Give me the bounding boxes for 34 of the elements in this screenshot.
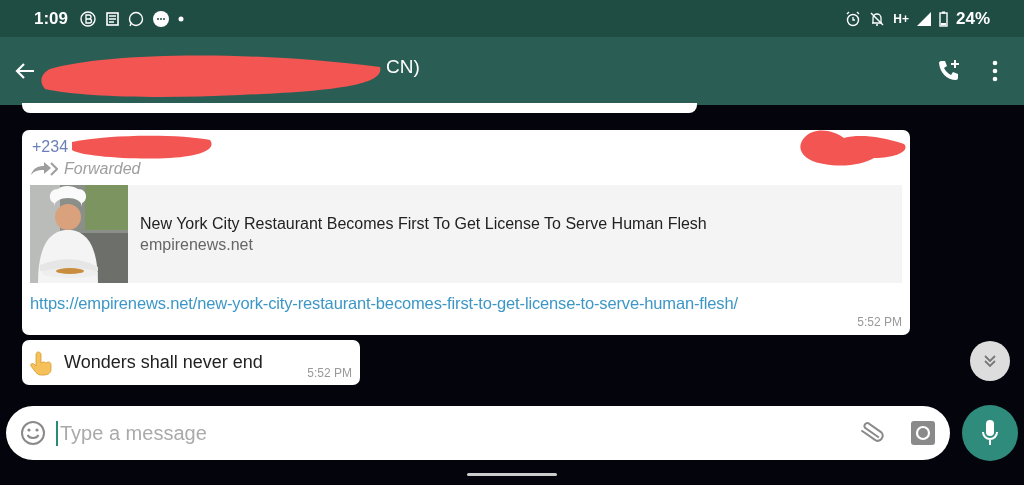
message-time: 5:52 PM [307,366,352,380]
b-circle-icon [80,10,97,27]
composer-bar[interactable]: Type a message [6,406,950,460]
battery-level: 24% [955,8,990,29]
scroll-down-button[interactable] [970,341,1010,381]
muted-bell-icon [869,10,886,27]
link-preview[interactable]: New York City Restaurant Becomes First To Get License To Serve Human Flesh empirenews.net [30,185,902,283]
double-chevron-icon [982,353,998,369]
back-arrow-icon [14,62,36,80]
camera-icon[interactable] [910,420,936,446]
emoji-icon[interactable] [20,420,46,446]
dot-icon [178,15,185,22]
battery-icon [938,10,948,27]
signal-icon [916,11,931,26]
network-type: H+ [893,11,909,26]
menu-icon [992,60,998,82]
preview-title: New York City Restaurant Becomes First To Get License To Serve Human Flesh [140,214,707,233]
menu-button[interactable] [990,58,1000,84]
chat-title[interactable]: CN) [386,56,420,78]
message-text: Wonders shall never end [64,352,263,373]
forwarded-label: Forwarded [64,160,141,178]
forward-icon [30,162,58,176]
sender-number: +234 [32,138,69,156]
status-time: 1:09 [34,8,69,29]
message-time: 5:52 PM [857,315,902,329]
preview-domain: empirenews.net [140,235,254,254]
microphone-icon [981,419,999,447]
news-icon [104,10,121,27]
message-input[interactable]: Type a message [56,420,846,446]
chat-bubble-icon [128,10,145,27]
alarm-icon [845,10,862,27]
voice-button[interactable] [962,405,1018,461]
pointing-hand-icon [30,349,54,376]
message-icon [152,9,171,28]
